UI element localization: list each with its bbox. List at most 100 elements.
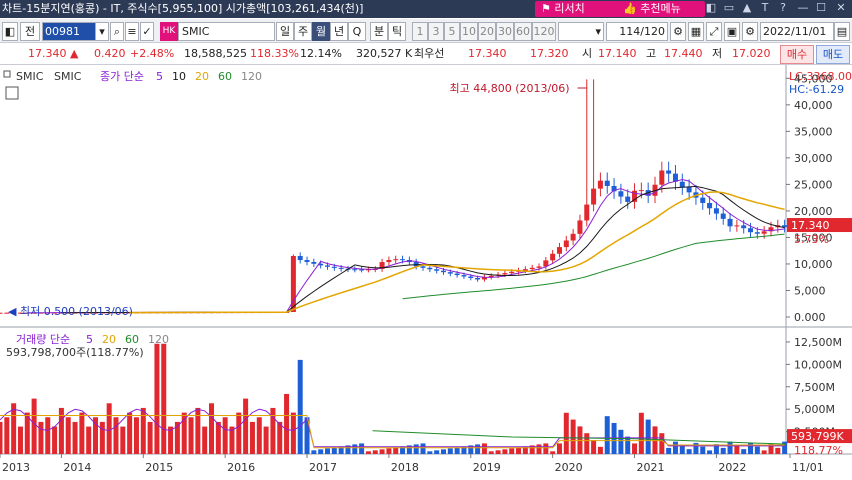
volume-bar — [0, 421, 3, 454]
period-quarter[interactable]: Q — [348, 22, 366, 41]
candle-body — [468, 276, 474, 278]
high-label: 고 — [646, 47, 657, 60]
current-volume-pct: 118.77% — [794, 444, 843, 457]
interval-5[interactable]: 5 — [444, 22, 460, 41]
minimize-icon[interactable]: — — [796, 1, 810, 15]
recommend-menu-button[interactable]: 👍 추천메뉴 — [617, 1, 705, 17]
candle-body — [727, 218, 733, 227]
volume-bar — [38, 421, 44, 454]
time-tick-label: 2022 — [718, 461, 746, 474]
volume-bar — [775, 447, 781, 454]
candle-body — [536, 266, 542, 268]
volume-bar — [413, 444, 419, 454]
recommend-label: 추천메뉴 — [640, 2, 681, 15]
help-icon[interactable]: ? — [776, 1, 790, 15]
volume-bar — [604, 416, 610, 454]
volume-bar — [707, 450, 713, 454]
interval-10[interactable]: 10 — [460, 22, 478, 41]
maximize-icon[interactable]: ☐ — [814, 1, 828, 15]
candle-body — [359, 269, 365, 271]
settings-icon[interactable]: ⚙ — [670, 22, 686, 41]
volume-bar — [127, 412, 133, 454]
zoom-icon[interactable]: ⤢ — [706, 22, 722, 41]
font-icon[interactable]: T — [758, 1, 772, 15]
candle-body — [563, 240, 569, 248]
volume-bar — [475, 444, 481, 454]
volume-bar — [386, 448, 392, 454]
period-year[interactable]: 년 — [330, 22, 348, 41]
volume-bar — [325, 448, 330, 454]
sell-button[interactable]: 매도 — [816, 45, 850, 64]
volume-bar — [543, 443, 549, 454]
bulb-icon: ⚑ — [541, 2, 551, 15]
save-icon[interactable]: ▣ — [724, 22, 740, 41]
interval-3[interactable]: 3 — [428, 22, 444, 41]
volume-bar — [202, 426, 208, 454]
volume-bar — [120, 426, 126, 454]
interval-select[interactable]: ▾ — [558, 22, 604, 41]
change-value: 0.420 — [94, 47, 126, 60]
best-bid-label: 최우선 — [414, 47, 445, 60]
candle-body — [427, 267, 433, 270]
stock-code-input[interactable]: 00981 — [42, 22, 96, 41]
volume-bar — [331, 447, 337, 454]
interval-1[interactable]: 1 — [412, 22, 428, 41]
volume-bar — [140, 407, 146, 454]
current-price-label: 17.340 — [791, 219, 830, 232]
jeon-button[interactable]: 전 — [20, 22, 40, 41]
interval-60[interactable]: 60 — [514, 22, 532, 41]
volume-bar — [277, 421, 283, 454]
window-icon[interactable]: ▭ — [722, 1, 736, 15]
chevron-down-icon[interactable]: ▾ — [95, 22, 109, 41]
candle-body — [338, 267, 344, 269]
interval-120[interactable]: 120 — [532, 22, 556, 41]
candle-body — [0, 312, 3, 314]
gear-icon[interactable]: ⚙ — [742, 22, 758, 41]
volume-bar — [256, 417, 262, 454]
volume-bar — [352, 444, 358, 454]
close-icon[interactable]: ✕ — [834, 1, 848, 15]
candle-body — [713, 208, 719, 214]
layout-icon[interactable]: ◧ — [704, 1, 718, 15]
grid-icon[interactable]: ▦ — [688, 22, 704, 41]
volume-bar — [318, 449, 324, 454]
period-month[interactable]: 월 — [312, 22, 330, 41]
candle-body — [591, 188, 597, 205]
volume-bar — [570, 419, 576, 454]
period-week[interactable]: 주 — [294, 22, 312, 41]
volume-bar — [481, 443, 487, 454]
list-icon[interactable]: ≡ — [125, 22, 139, 41]
volume-bar — [427, 451, 433, 454]
price-volume-chart[interactable]: SMIC SMIC 종가 단순 5 10 20 60 120 LC:3368.00HC:-61.… — [0, 65, 852, 477]
buy-button[interactable]: 매수 — [780, 45, 814, 64]
count-field[interactable]: 114/120 — [606, 22, 668, 41]
calendar-icon[interactable]: ▤ — [834, 22, 850, 41]
table-icon — [5, 86, 19, 100]
search-icon[interactable]: ⌕ — [110, 22, 124, 41]
time-tick-label: 2015 — [145, 461, 173, 474]
up-arrow-icon: ▲ — [70, 47, 79, 60]
panel-icon[interactable]: ◧ — [2, 22, 18, 41]
up-icon[interactable]: ▲ — [740, 1, 754, 15]
volume-ratio: 118.33% — [250, 47, 299, 60]
period-day[interactable]: 일 — [276, 22, 294, 41]
research-button[interactable]: ⚑ 리서치 — [535, 1, 619, 17]
volume-ma-label: 거래량 단순 — [16, 333, 70, 346]
candle-body — [720, 213, 726, 219]
price-tick-label: 25,000 — [794, 178, 833, 191]
interval-20[interactable]: 20 — [478, 22, 496, 41]
price-tick-label: 10,000 — [794, 258, 833, 271]
interval-30[interactable]: 30 — [496, 22, 514, 41]
candle-body — [325, 265, 330, 267]
volume-bar — [58, 407, 64, 454]
date-field[interactable]: 2022/11/01 — [760, 22, 834, 41]
star-icon[interactable]: ✓ — [140, 22, 154, 41]
volume-bar — [509, 448, 515, 454]
change-percent: +2.48% — [130, 47, 175, 60]
minute-button[interactable]: 분 — [370, 22, 388, 41]
stock-name-field[interactable]: SMIC — [178, 22, 275, 41]
current-volume-label: 593,799K — [791, 430, 844, 443]
volume-bar — [666, 447, 672, 454]
candle-body — [454, 273, 460, 276]
tick-button[interactable]: 틱 — [388, 22, 406, 41]
